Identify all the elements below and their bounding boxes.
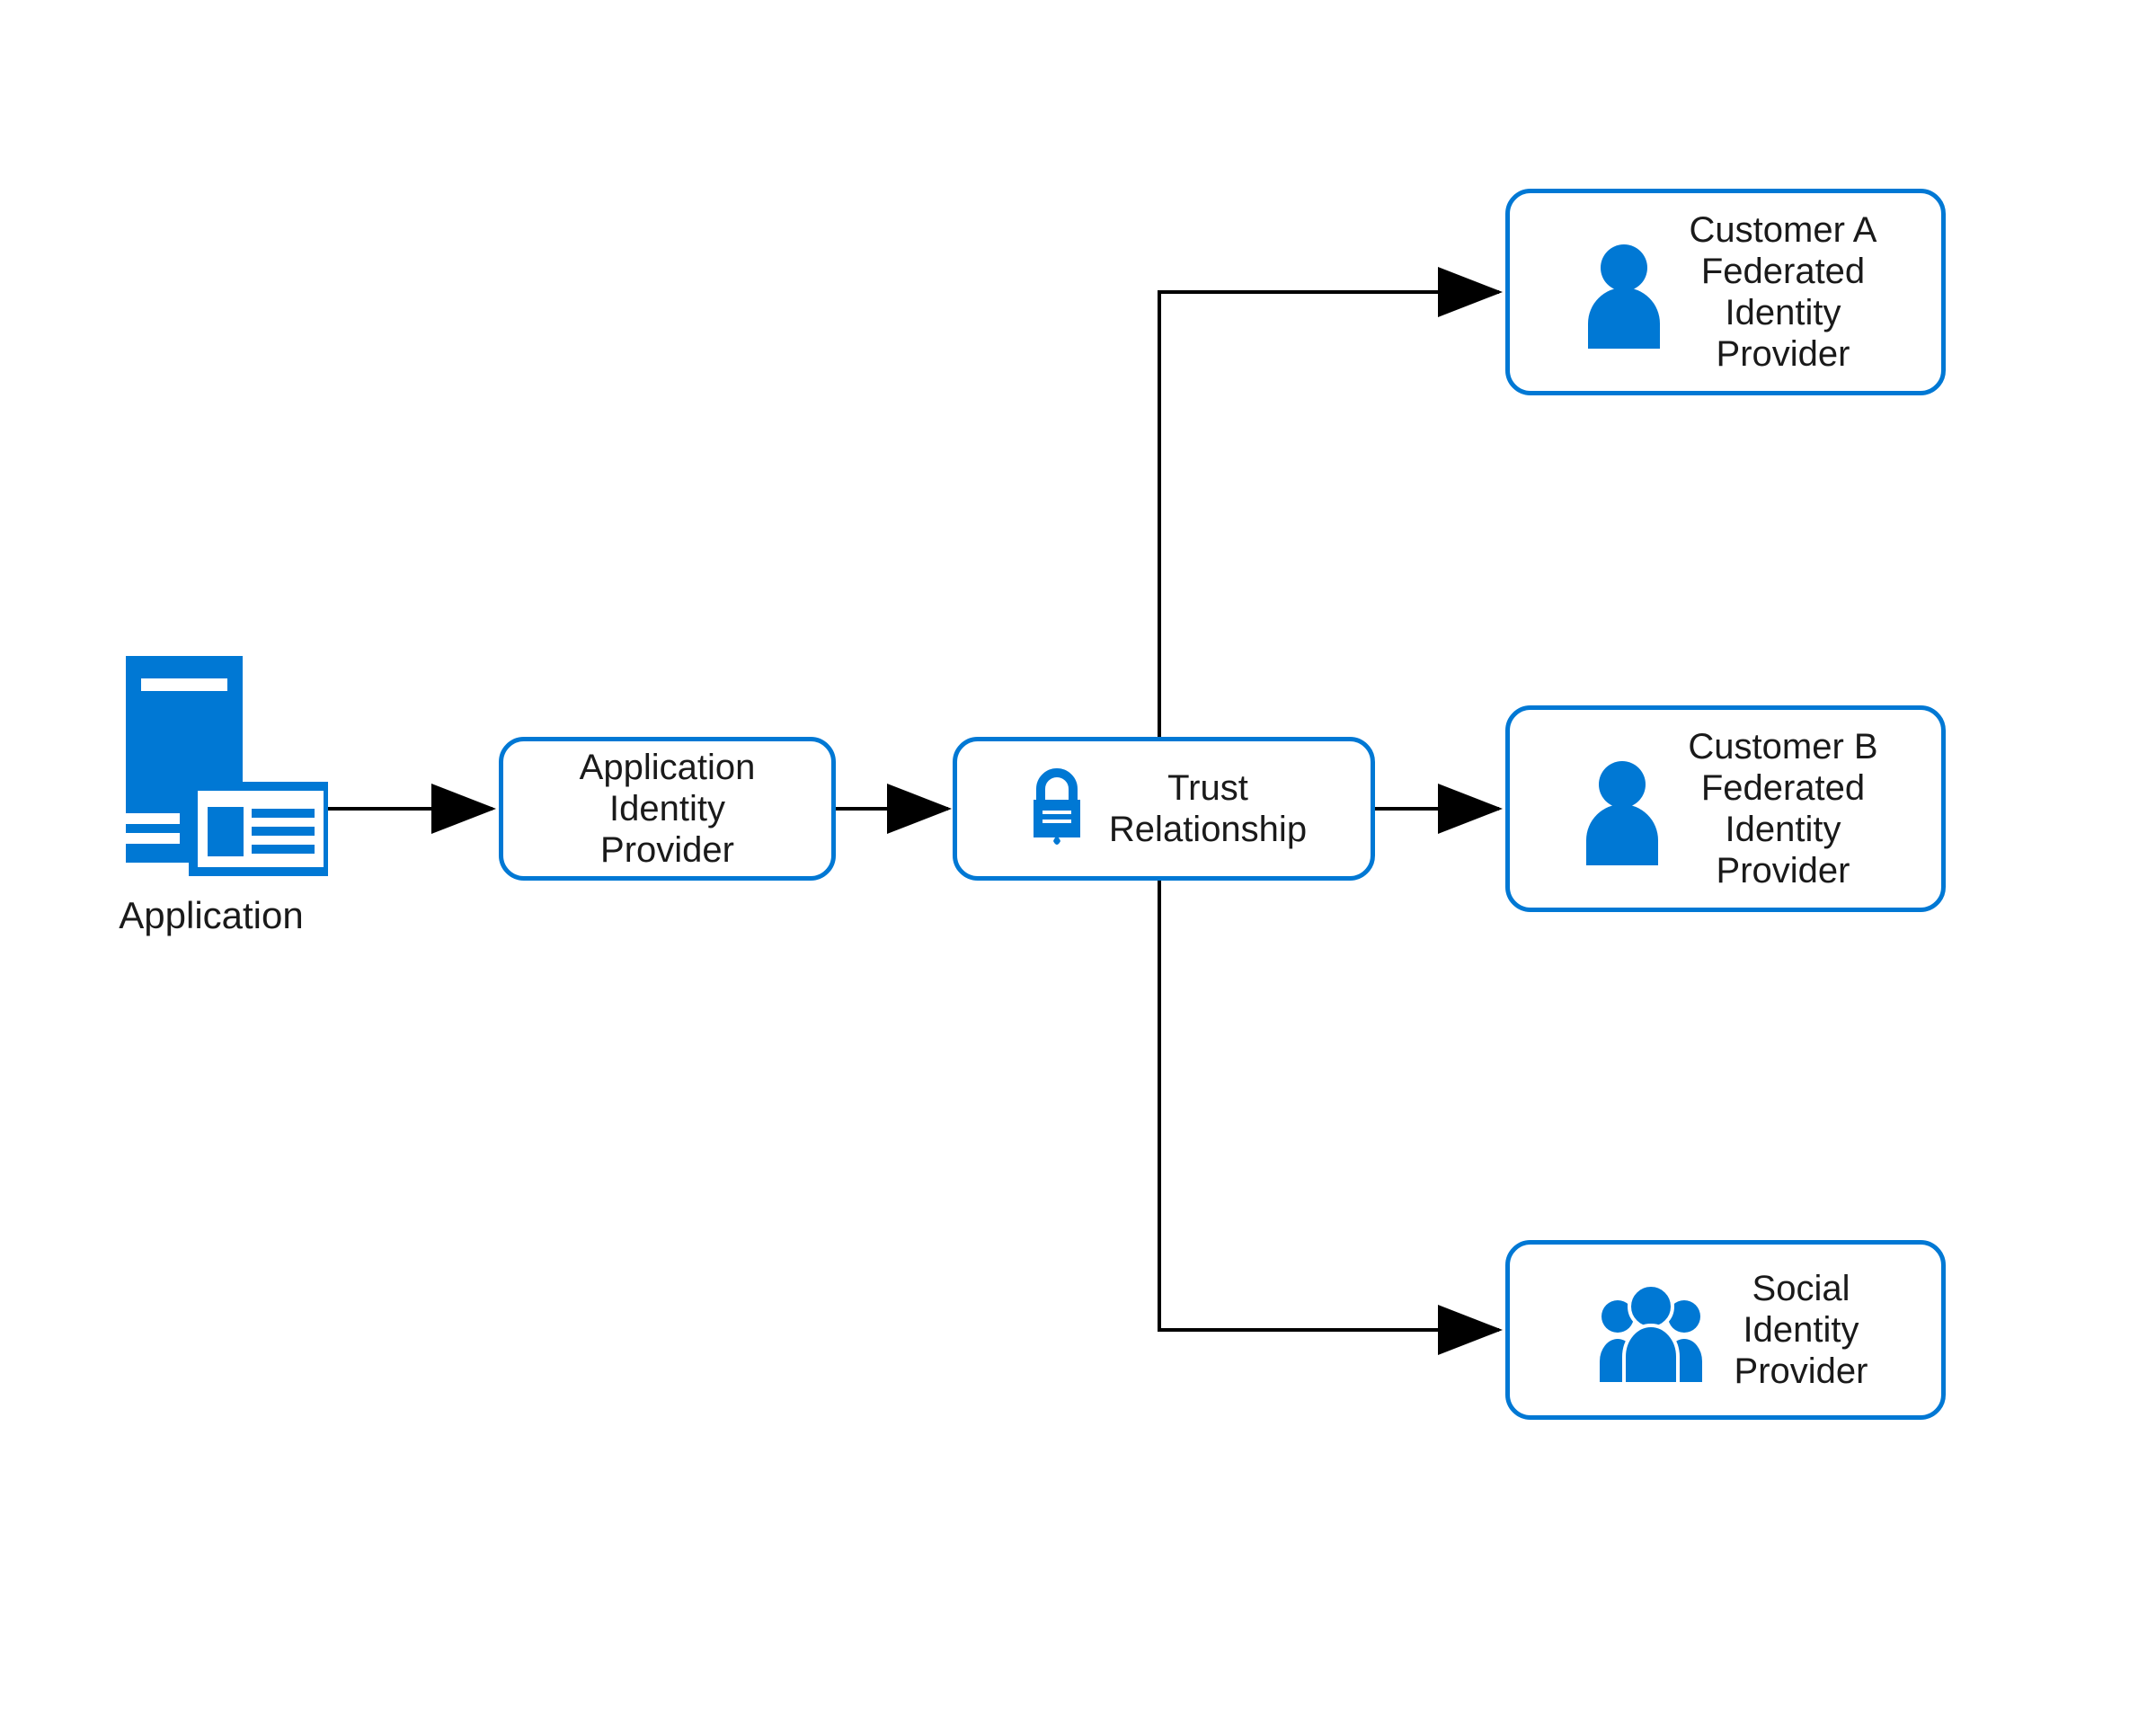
server-app-icon [94,647,328,881]
customer-b-label: Customer BFederatedIdentityProvider [1688,726,1877,891]
social-label: SocialIdentityProvider [1735,1268,1868,1392]
diagram-canvas: Application ApplicationIdentityProvider … [0,0,2156,1719]
person-icon [1573,750,1672,867]
trust-label: TrustRelationship [1109,767,1307,850]
customer-a-label: Customer AFederatedIdentityProvider [1690,209,1877,375]
lock-icon [1021,764,1093,854]
edge-trust-to-customer-a [1159,292,1499,737]
people-icon [1584,1276,1718,1384]
trust-node: TrustRelationship [953,737,1375,881]
application-caption: Application [99,894,324,937]
customer-b-node: Customer BFederatedIdentityProvider [1505,705,1946,912]
person-icon [1575,234,1673,350]
application-node [94,647,328,885]
social-node: SocialIdentityProvider [1505,1240,1946,1420]
edge-trust-to-social [1159,881,1499,1330]
customer-a-node: Customer AFederatedIdentityProvider [1505,189,1946,395]
app-idp-node: ApplicationIdentityProvider [499,737,836,881]
app-idp-label: ApplicationIdentityProvider [580,747,756,871]
